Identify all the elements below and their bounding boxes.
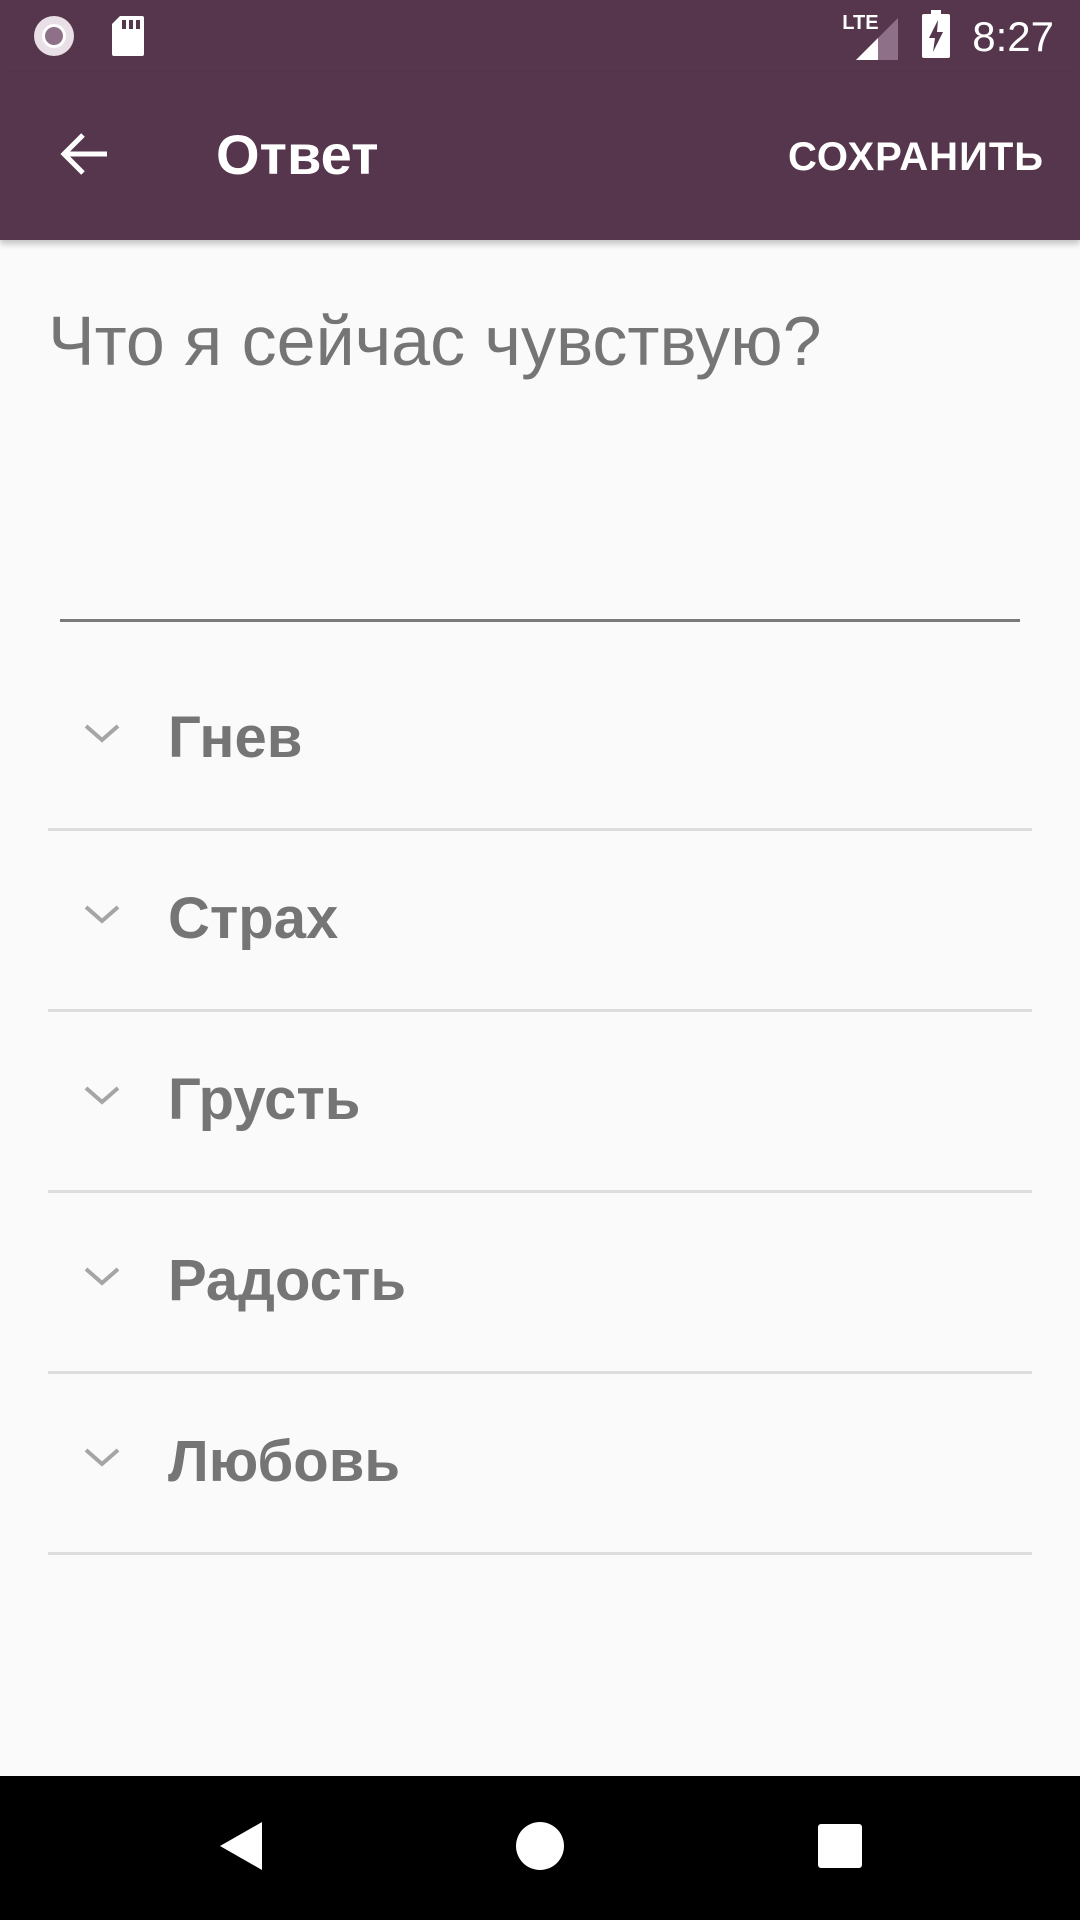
app-bar: Ответ СОХРАНИТЬ — [0, 72, 1080, 240]
emotion-list: Гнев Страх Грусть Радость Любовь — [48, 650, 1032, 1555]
status-bar-left — [32, 14, 146, 63]
nav-recents-button[interactable] — [804, 1812, 876, 1884]
sd-card-icon — [110, 14, 146, 63]
chevron-down-icon — [82, 1438, 122, 1478]
chevron-down-icon — [82, 1076, 122, 1116]
emotion-item-anger[interactable]: Гнев — [48, 650, 1032, 831]
back-button[interactable] — [44, 116, 124, 196]
emotion-item-love[interactable]: Любовь — [48, 1374, 1032, 1555]
battery-charging-icon — [922, 10, 951, 63]
nav-home-button[interactable] — [504, 1812, 576, 1884]
emotion-label: Страх — [168, 886, 339, 951]
chevron-down-icon — [82, 714, 122, 754]
emotion-item-joy[interactable]: Радость — [48, 1193, 1032, 1374]
emotion-label: Любовь — [168, 1429, 401, 1494]
answer-input[interactable] — [48, 296, 1020, 622]
record-icon — [32, 14, 76, 63]
answer-input-underline — [60, 619, 1020, 622]
nav-back-button[interactable] — [204, 1812, 276, 1884]
chevron-down-icon — [82, 1257, 122, 1297]
emotion-label: Грусть — [168, 1067, 361, 1132]
status-bar-right: LTE 8:27 — [842, 10, 1054, 63]
status-bar: LTE 8:27 — [0, 0, 1080, 72]
arrow-back-icon — [59, 132, 109, 181]
emotion-item-fear[interactable]: Страх — [48, 831, 1032, 1012]
nav-back-icon — [216, 1820, 264, 1877]
nav-home-icon — [515, 1821, 565, 1876]
emotion-label: Радость — [168, 1248, 406, 1313]
page-title: Ответ — [216, 123, 379, 186]
nav-recents-icon — [817, 1823, 863, 1874]
emotion-label: Гнев — [168, 705, 303, 770]
chevron-down-icon — [82, 895, 122, 935]
save-button[interactable]: СОХРАНИТЬ — [788, 132, 1044, 182]
status-time: 8:27 — [972, 12, 1054, 60]
lte-signal-icon: LTE — [842, 12, 900, 62]
emotion-item-sadness[interactable]: Грусть — [48, 1012, 1032, 1193]
screen: LTE 8:27 Ответ СОХРАНИТЬ Что я сейчас чу… — [0, 0, 1080, 1920]
navigation-bar — [0, 1776, 1080, 1920]
